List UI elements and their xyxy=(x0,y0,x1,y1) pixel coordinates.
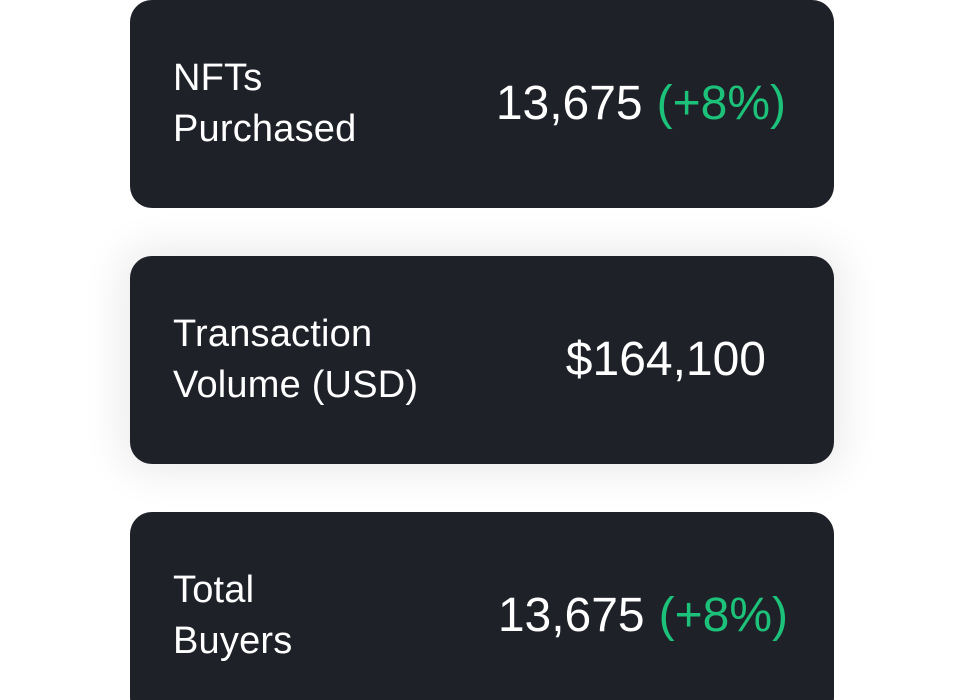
stat-label: Total Buyers xyxy=(173,565,292,667)
stat-delta: (+8%) xyxy=(658,589,788,642)
stat-label: Transaction Volume (USD) xyxy=(173,309,418,411)
stat-card-nfts-purchased: NFTs Purchased 13,675 (+8%) xyxy=(130,0,834,208)
stat-card-transaction-volume: Transaction Volume (USD) $164,100 xyxy=(130,256,834,464)
stat-value: $164,100 xyxy=(566,332,766,388)
stat-label-line1: Transaction xyxy=(173,313,373,355)
stats-stage: NFTs Purchased 13,675 (+8%) Transaction V… xyxy=(0,0,968,700)
stat-number: 13,675 xyxy=(495,77,643,130)
stat-delta: (+8%) xyxy=(656,77,786,130)
stat-value: 13,675 (+8%) xyxy=(498,588,788,644)
stat-label-line2: Volume (USD) xyxy=(173,364,419,406)
stat-label-line2: Purchased xyxy=(173,108,357,150)
stat-number: $164,100 xyxy=(565,333,766,386)
stat-card-total-buyers: Total Buyers 13,675 (+8%) xyxy=(130,512,834,700)
stat-label-line1: Total xyxy=(173,569,255,611)
stat-value: 13,675 (+8%) xyxy=(496,76,786,132)
stat-label-line2: Buyers xyxy=(173,620,293,662)
stat-number: 13,675 xyxy=(497,589,645,642)
stat-label-line1: NFTs xyxy=(173,57,263,99)
stat-label: NFTs Purchased xyxy=(173,53,356,155)
